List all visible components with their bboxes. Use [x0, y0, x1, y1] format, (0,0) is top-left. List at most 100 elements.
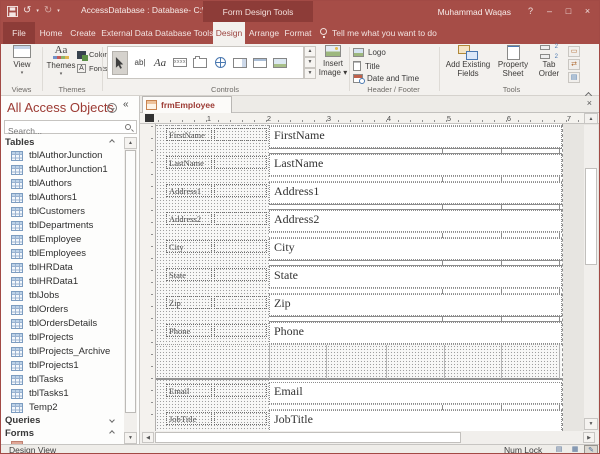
scroll-down-icon[interactable]: ▼ [584, 418, 598, 430]
field-label-box[interactable]: FirstName [166, 128, 212, 141]
field-textbox[interactable]: FirstName [269, 126, 562, 148]
collapse-ribbon-icon[interactable] [586, 85, 596, 93]
tab-home[interactable]: Home [37, 22, 65, 44]
empty-grid-box[interactable] [214, 240, 267, 253]
combo-box-control[interactable] [232, 51, 248, 75]
tab-design[interactable]: Design [213, 22, 245, 44]
nav-table-item[interactable]: tblProjects [1, 331, 123, 345]
themes-button[interactable]: Aa Themes ▾ [46, 45, 76, 77]
nav-table-item[interactable]: tblAuthorJunction1 [1, 163, 123, 177]
close-button[interactable]: × [580, 3, 595, 20]
logo-button[interactable]: Logo [353, 48, 386, 57]
undo-dropdown-icon[interactable]: ▾ [36, 8, 39, 14]
maximize-button[interactable]: □ [561, 3, 576, 20]
vertical-scrollbar[interactable]: ▼ [584, 125, 598, 431]
empty-grid-box[interactable] [214, 184, 267, 197]
nav-table-item[interactable]: tblOrdersDetails [1, 317, 123, 331]
nav-table-item[interactable]: Temp2 [1, 401, 123, 415]
tell-me-box[interactable]: Tell me what you want to do [332, 22, 437, 44]
nav-table-item[interactable]: tblEmployee [1, 233, 123, 247]
nav-scrollbar[interactable]: ▲ ▼ [124, 137, 137, 444]
nav-table-item[interactable]: tblEmployees [1, 247, 123, 261]
field-textbox[interactable]: Phone [269, 322, 562, 344]
tab-database-tools[interactable]: Database Tools [155, 22, 211, 44]
nav-table-item[interactable]: tblDepartments [1, 219, 123, 233]
field-label-box[interactable]: City [166, 240, 212, 253]
document-tab-frmEmployee[interactable]: frmEmployee [142, 96, 232, 113]
tab-create[interactable]: Create [67, 22, 99, 44]
gallery-more-icon[interactable]: ▼ [304, 68, 316, 79]
field-label-box[interactable]: Address2 [166, 212, 212, 225]
nav-table-item[interactable]: tblTasks1 [1, 387, 123, 401]
nav-table-item[interactable]: tblTasks [1, 373, 123, 387]
close-document-icon[interactable]: × [587, 98, 592, 108]
field-textbox[interactable]: Address1 [269, 182, 562, 204]
field-textbox[interactable]: JobTitle [269, 410, 562, 431]
nav-table-item[interactable]: tblHRData [1, 261, 123, 275]
tab-arrange[interactable]: Arrange [247, 22, 281, 44]
nav-table-item[interactable]: tblJobs [1, 289, 123, 303]
nav-table-item[interactable]: tblProjects1 [1, 359, 123, 373]
account-name[interactable]: Muhammad Waqas [438, 7, 511, 17]
navigation-control[interactable] [272, 51, 288, 75]
scroll-down-icon[interactable]: ▼ [124, 432, 137, 444]
scroll-right-icon[interactable]: ▶ [583, 432, 595, 443]
title-button[interactable]: Title [353, 61, 380, 71]
design-view-icon[interactable]: ✎ [584, 445, 598, 454]
text-box-control[interactable]: ab| [132, 51, 148, 75]
nav-table-item[interactable]: tblHRData1 [1, 275, 123, 289]
field-label-box[interactable]: JobTitle [166, 412, 212, 425]
nav-table-item[interactable]: tblProjects_Archive [1, 345, 123, 359]
form-selector-box[interactable] [145, 114, 154, 122]
field-textbox[interactable]: Email [269, 382, 562, 404]
field-textbox[interactable]: Address2 [269, 210, 562, 232]
field-textbox[interactable]: Zip [269, 294, 562, 316]
nav-table-item[interactable]: tblAuthors [1, 177, 123, 191]
field-textbox[interactable]: LastName [269, 154, 562, 176]
insert-image-button[interactable]: Insert Image ▾ [318, 45, 348, 77]
select-pointer-control[interactable] [112, 51, 128, 75]
scroll-up-icon[interactable]: ▲ [124, 137, 137, 149]
undo-icon[interactable]: ↺ [23, 4, 31, 18]
scroll-up-icon[interactable]: ▲ [584, 113, 598, 124]
field-label-box[interactable]: State [166, 268, 212, 281]
redo-icon[interactable]: ↻ [44, 4, 52, 18]
nav-group-queries[interactable]: Queries [5, 415, 110, 428]
save-icon[interactable] [7, 6, 18, 17]
minimize-button[interactable]: – [542, 3, 557, 20]
field-label-box[interactable]: Phone [166, 324, 212, 337]
button-control[interactable]: xxxx [172, 51, 188, 75]
add-existing-fields-button[interactable]: Add Existing Fields [445, 45, 491, 78]
scroll-left-icon[interactable]: ◀ [142, 432, 154, 443]
empty-grid-box[interactable] [214, 384, 267, 397]
field-textbox[interactable]: State [269, 266, 562, 288]
horizontal-scrollbar-thumb[interactable] [155, 432, 461, 443]
field-label-box[interactable]: Zip [166, 296, 212, 309]
form-view-icon[interactable]: ▤ [552, 445, 566, 454]
search-input[interactable] [5, 125, 136, 137]
tab-order-button[interactable]: 22 Tab Order [534, 45, 564, 78]
vertical-scrollbar-thumb[interactable] [585, 168, 597, 265]
nav-table-item[interactable]: tblAuthorJunction [1, 149, 123, 163]
empty-grid-box[interactable] [214, 128, 267, 141]
search-box[interactable] [4, 120, 137, 134]
nav-table-item[interactable]: tblCustomers [1, 205, 123, 219]
web-browser-control[interactable] [252, 51, 268, 75]
subform-icon[interactable]: ▭ [568, 46, 580, 57]
empty-grid-box[interactable] [214, 268, 267, 281]
convert-macros-icon[interactable]: ⇄ [568, 59, 580, 70]
view-code-icon[interactable]: ▤ [568, 72, 580, 83]
nav-scrollbar-thumb[interactable] [125, 150, 136, 413]
nav-table-item[interactable]: tblOrders [1, 303, 123, 317]
field-label-box[interactable]: Address1 [166, 184, 212, 197]
tab-control[interactable] [192, 51, 208, 75]
field-textbox[interactable]: City [269, 238, 562, 260]
nav-pane-title[interactable]: All Access Objects [7, 100, 114, 115]
empty-grid-box[interactable] [214, 296, 267, 309]
hyperlink-control[interactable] [212, 51, 228, 75]
empty-grid-box[interactable] [214, 324, 267, 337]
empty-grid-box[interactable] [214, 412, 267, 425]
help-button[interactable]: ? [523, 3, 538, 20]
nav-table-item[interactable]: tblAuthors1 [1, 191, 123, 205]
qat-customize-icon[interactable]: ▾ [57, 8, 60, 14]
